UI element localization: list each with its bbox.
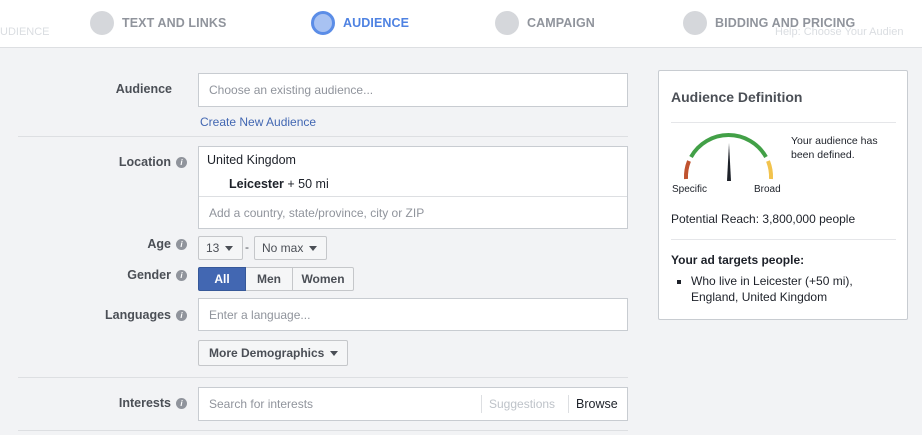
potential-reach: Potential Reach: 3,800,000 people (671, 212, 856, 226)
interests-placeholder: Search for interests (209, 397, 314, 411)
step-label: CAMPAIGN (527, 16, 595, 30)
targets-heading: Your ad targets people: (671, 253, 805, 267)
languages-label: Languages i (20, 308, 187, 322)
section-divider (18, 377, 628, 378)
location-radius: + 50 mi (287, 177, 329, 191)
age-separator: - (245, 240, 249, 254)
gauge-broad-label: Broad (754, 184, 781, 195)
interests-divider (568, 395, 569, 413)
age-label-text: Age (147, 237, 171, 251)
location-box: United Kingdom Leicester + 50 mi Add a c… (198, 146, 628, 229)
step-dot-active-icon (311, 11, 335, 35)
audience-status-text: Your audience has been defined. (791, 135, 878, 161)
more-demographics-button[interactable]: More Demographics (198, 340, 348, 366)
gender-all-button[interactable]: All (198, 267, 246, 291)
targets-list: Who live in Leicester (+50 mi), England,… (691, 273, 896, 305)
step-dot-icon (90, 11, 114, 35)
help-icon[interactable]: i (176, 156, 187, 168)
browse-button[interactable]: Browse (576, 397, 618, 411)
audience-label: Audience (20, 82, 172, 96)
chevron-down-icon (225, 245, 234, 251)
list-item: Who live in Leicester (+50 mi), England,… (691, 273, 896, 305)
ghost-label-right: Help: Choose Your Audien (775, 26, 904, 38)
languages-input[interactable]: Enter a language... (198, 298, 628, 331)
ghost-label-left: UDIENCE (0, 26, 50, 38)
age-min-select[interactable]: 13 (198, 236, 243, 260)
location-inner-divider (199, 196, 627, 197)
step-audience[interactable]: AUDIENCE (311, 10, 409, 36)
gender-women-button[interactable]: Women (293, 267, 354, 291)
chevron-down-icon (309, 245, 318, 251)
location-city-entry[interactable]: Leicester + 50 mi (229, 177, 329, 191)
location-label: Location i (20, 155, 187, 169)
gauge-needle (727, 143, 731, 181)
age-max-value: No max (262, 241, 304, 255)
audience-gauge-icon (683, 133, 774, 181)
audience-placeholder: Choose an existing audience... (209, 83, 374, 97)
help-icon[interactable]: i (176, 309, 187, 321)
step-label: AUDIENCE (343, 16, 410, 30)
gender-toggle: All Men Women (198, 267, 354, 291)
step-label: TEXT AND LINKS (122, 16, 227, 30)
gauge-specific-label: Specific (672, 184, 708, 195)
gauge-broad-arc (766, 160, 774, 180)
audience-definition-title: Audience Definition (671, 89, 803, 105)
card-divider (671, 122, 896, 123)
location-input[interactable]: Add a country, state/province, city or Z… (209, 206, 424, 220)
section-divider (18, 136, 628, 137)
gender-label-text: Gender (127, 268, 171, 282)
age-max-select[interactable]: No max (254, 236, 327, 260)
gender-label: Gender i (20, 268, 187, 282)
help-icon[interactable]: i (176, 397, 187, 409)
suggestions-link[interactable]: Suggestions (489, 397, 555, 411)
help-icon[interactable]: i (176, 238, 187, 250)
languages-label-text: Languages (105, 308, 171, 322)
gauge-specific-arc (683, 160, 691, 180)
wizard-bar: UDIENCE TEXT AND LINKS AUDIENCE CAMPAIGN… (0, 0, 922, 48)
step-dot-icon (495, 11, 519, 35)
interests-label-text: Interests (118, 396, 171, 410)
age-label: Age i (20, 237, 187, 251)
step-campaign[interactable]: CAMPAIGN (495, 10, 595, 36)
gender-men-button[interactable]: Men (246, 267, 293, 291)
audience-definition-card: Audience Definition Specific Broad Your … (658, 70, 908, 320)
more-demographics-label: More Demographics (209, 346, 325, 360)
chevron-down-icon (330, 350, 339, 356)
interests-label: Interests i (20, 396, 187, 410)
languages-placeholder: Enter a language... (209, 308, 311, 322)
age-min-value: 13 (206, 241, 220, 255)
step-text-and-links[interactable]: TEXT AND LINKS (90, 10, 226, 36)
help-icon[interactable]: i (176, 269, 187, 281)
location-placeholder: Add a country, state/province, city or Z… (209, 206, 425, 220)
card-divider (671, 239, 896, 240)
location-label-text: Location (118, 155, 171, 169)
audience-label-text: Audience (115, 82, 172, 96)
audience-input[interactable]: Choose an existing audience... (198, 73, 628, 107)
interests-input[interactable]: Search for interests Suggestions Browse (198, 387, 628, 421)
step-dot-icon (683, 11, 707, 35)
create-new-audience-link[interactable]: Create New Audience (200, 115, 316, 129)
section-divider (18, 430, 628, 431)
interests-divider (481, 395, 482, 413)
location-country: United Kingdom (207, 153, 296, 167)
location-city: Leicester (229, 177, 284, 191)
